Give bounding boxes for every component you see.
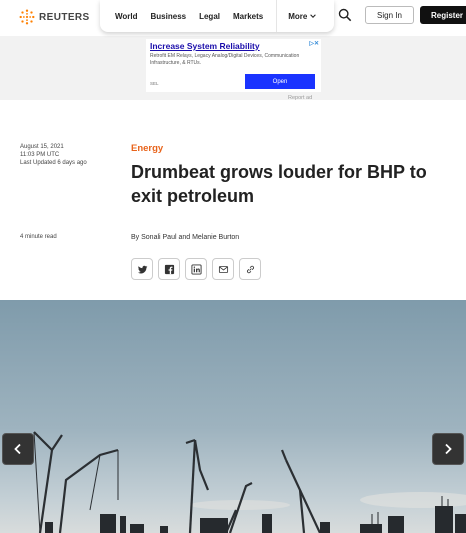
- nav-item-markets[interactable]: Markets: [233, 12, 263, 21]
- ad-title[interactable]: Increase System Reliability: [150, 41, 317, 52]
- site-header: REUTERS World Business Legal Markets Mor…: [0, 0, 466, 36]
- nav-item-legal[interactable]: Legal: [199, 12, 220, 21]
- article-photo-image: [0, 300, 466, 533]
- chevron-left-icon: [14, 443, 21, 455]
- read-time: 4 minute read: [20, 234, 57, 240]
- page: REUTERS World Business Legal Markets Mor…: [0, 0, 466, 533]
- register-button[interactable]: Register: [420, 6, 466, 24]
- linkedin-icon: [190, 263, 202, 275]
- reuters-logo-icon: [19, 9, 35, 25]
- ad-open-button[interactable]: Open: [245, 74, 315, 89]
- sign-in-button[interactable]: Sign In: [365, 6, 414, 24]
- share-linkedin-button[interactable]: [185, 258, 207, 280]
- nav-more-menu[interactable]: More: [288, 11, 317, 21]
- gallery-prev-button[interactable]: [2, 433, 34, 465]
- share-twitter-button[interactable]: [131, 258, 153, 280]
- ad-choices-icon[interactable]: ▷✕: [309, 40, 319, 47]
- facebook-icon: [164, 264, 174, 274]
- email-icon: [218, 265, 228, 273]
- brand-name: REUTERS: [39, 11, 90, 23]
- chevron-down-icon: [310, 14, 317, 18]
- search-icon[interactable]: [338, 8, 352, 22]
- link-icon: [246, 265, 254, 273]
- ad-box[interactable]: Increase System Reliability Retrofit EM …: [146, 39, 321, 92]
- nav-item-world[interactable]: World: [115, 12, 138, 21]
- ad-sponsor: SEL: [150, 81, 159, 86]
- chevron-right-icon: [445, 443, 452, 455]
- nav-divider: [276, 0, 278, 32]
- share-email-button[interactable]: [212, 258, 234, 280]
- article-updated: Last Updated 6 days ago: [20, 160, 87, 166]
- ad-banner-area: Increase System Reliability Retrofit EM …: [0, 36, 466, 101]
- article-date: August 15, 2021: [20, 144, 64, 150]
- article-byline[interactable]: By Sonali Paul and Melanie Burton: [131, 234, 239, 241]
- share-bar: [131, 258, 261, 280]
- article-photo: [0, 300, 466, 533]
- report-ad-link[interactable]: Report ad: [288, 95, 312, 101]
- main-nav: World Business Legal Markets More: [100, 0, 334, 32]
- twitter-icon: [137, 265, 147, 273]
- share-facebook-button[interactable]: [158, 258, 180, 280]
- ad-text: Retrofit EM Relays, Legacy Analog/Digita…: [150, 53, 300, 66]
- article-headline: Drumbeat grows louder for BHP to exit pe…: [131, 162, 427, 206]
- share-link-button[interactable]: [239, 258, 261, 280]
- reuters-logo[interactable]: REUTERS: [18, 8, 90, 26]
- gallery-next-button[interactable]: [432, 433, 464, 465]
- nav-item-business[interactable]: Business: [151, 12, 187, 21]
- article-dateline: August 15, 2021 11:03 PM UTC Last Update…: [20, 143, 87, 167]
- section-link[interactable]: Energy: [131, 143, 163, 154]
- nav-more-label: More: [288, 11, 308, 21]
- article-time: 11:03 PM UTC: [20, 152, 60, 158]
